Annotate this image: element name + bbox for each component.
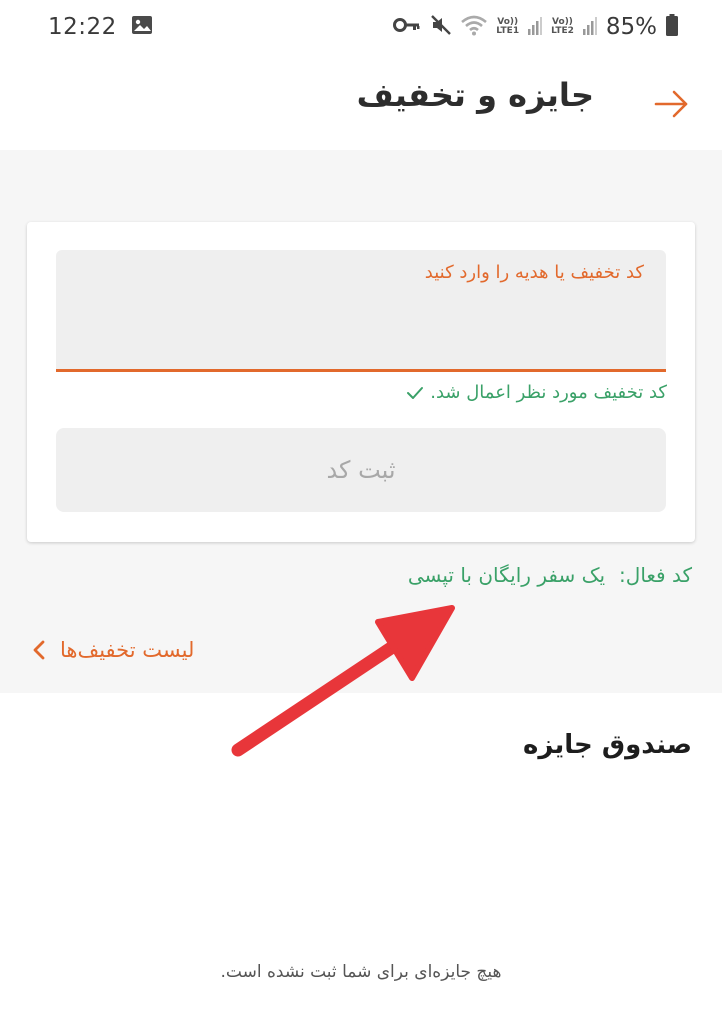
active-code-label: کد فعال: xyxy=(619,563,692,587)
wifi-icon xyxy=(461,14,488,40)
discount-list-link[interactable]: لیست تخفیف‌ها xyxy=(32,638,194,662)
back-button[interactable] xyxy=(652,84,692,124)
arrow-right-icon xyxy=(654,90,688,118)
battery-icon xyxy=(666,14,678,40)
chevron-left-icon xyxy=(33,640,45,660)
active-code: کد فعال: یک سفر رایگان با تپسی xyxy=(408,563,692,587)
success-message: کد تخفیف مورد نظر اعمال شد. xyxy=(406,382,667,403)
image-icon xyxy=(131,15,153,39)
signal-icon xyxy=(528,15,543,39)
discount-list-label: لیست تخفیف‌ها xyxy=(60,638,195,662)
active-code-value: یک سفر رایگان با تپسی xyxy=(407,563,606,587)
promo-section: کد تخفیف یا هدیه را وارد کنید کد تخفیف م… xyxy=(0,150,722,693)
promo-code-label: کد تخفیف یا هدیه را وارد کنید xyxy=(424,262,644,283)
submit-code-button[interactable]: ثبت کد xyxy=(56,428,666,512)
sim1-lte: Vo)) LTE1 xyxy=(496,17,520,36)
key-icon xyxy=(393,17,421,37)
battery-percent: 85% xyxy=(605,14,657,40)
promo-code-field[interactable]: کد تخفیف یا هدیه را وارد کنید xyxy=(56,250,666,372)
promo-card: کد تخفیف یا هدیه را وارد کنید کد تخفیف م… xyxy=(27,222,695,542)
prize-box-title: صندوق جایزه xyxy=(523,730,692,760)
page-title: جایزه و تخفیف xyxy=(356,76,594,114)
success-text: کد تخفیف مورد نظر اعمال شد. xyxy=(430,382,667,403)
status-bar: 12:22 Vo)) LTE1 Vo)) LTE2 85% xyxy=(0,0,722,54)
sim2-lte: Vo)) LTE2 xyxy=(551,17,574,36)
status-left: 12:22 xyxy=(48,14,153,40)
status-time: 12:22 xyxy=(48,14,117,40)
status-right: Vo)) LTE1 Vo)) LTE2 85% xyxy=(393,14,678,40)
mute-icon xyxy=(430,14,452,40)
prize-empty-message: هیچ جایزه‌ای برای شما ثبت نشده است. xyxy=(220,962,502,982)
app-header: جایزه و تخفیف xyxy=(0,54,722,150)
promo-code-input[interactable] xyxy=(72,306,650,354)
check-icon xyxy=(407,386,424,399)
app-screen: 12:22 Vo)) LTE1 Vo)) LTE2 85% جایزه و تخ… xyxy=(0,0,722,1024)
signal-icon xyxy=(582,15,597,39)
